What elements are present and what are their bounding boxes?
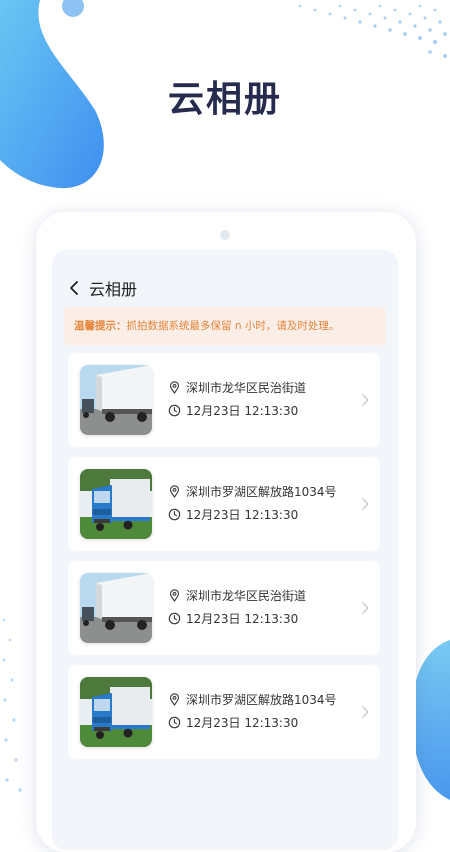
photo-card[interactable]: 深圳市龙华区民治街道 12月23日 12:13:30 — [68, 353, 380, 447]
photo-card[interactable]: 深圳市罗湖区解放路1034号 12月23日 12:13:30 — [68, 665, 380, 759]
background-dot-small — [62, 0, 84, 17]
phone-frame: 云相册 温馨提示：抓拍数据系统最多保留 n 小时，请及时处理。 深圳市龙华区民治… — [36, 212, 416, 852]
location-pin-icon — [169, 589, 180, 602]
location-text: 深圳市龙华区民治街道 — [186, 589, 307, 603]
clock-icon — [168, 404, 181, 417]
camera-dot — [220, 230, 230, 240]
background-dots-top-right — [298, 4, 447, 58]
photo-thumbnail — [80, 677, 152, 747]
notice-label: 温馨提示： — [74, 320, 127, 332]
blue-truck-photo — [80, 677, 152, 747]
clock-icon — [168, 716, 181, 729]
chevron-right-icon — [362, 602, 369, 614]
chevron-right-icon — [362, 498, 369, 510]
location-text: 深圳市罗湖区解放路1034号 — [186, 693, 337, 707]
blue-truck-photo — [80, 469, 152, 539]
location-pin-icon — [169, 381, 180, 394]
location-text: 深圳市龙华区民治街道 — [186, 381, 307, 395]
photo-thumbnail — [80, 573, 152, 643]
nav-bar: 云相册 — [52, 274, 398, 302]
chevron-right-icon — [362, 394, 369, 406]
clock-icon — [168, 508, 181, 521]
chevron-left-icon[interactable] — [66, 279, 84, 297]
location-pin-icon — [169, 485, 180, 498]
background-dots-left — [2, 618, 22, 792]
chevron-right-icon — [362, 706, 369, 718]
time-text: 12月23日 12:13:30 — [186, 404, 299, 418]
time-text: 12月23日 12:13:30 — [186, 508, 299, 522]
white-truck-photo — [80, 573, 152, 643]
white-truck-photo — [80, 365, 152, 435]
time-text: 12月23日 12:13:30 — [186, 716, 299, 730]
page-title: 云相册 — [167, 79, 282, 120]
location-text: 深圳市罗湖区解放路1034号 — [186, 485, 337, 499]
location-pin-icon — [169, 693, 180, 706]
photo-thumbnail — [80, 469, 152, 539]
photo-thumbnail — [80, 365, 152, 435]
clock-icon — [168, 612, 181, 625]
photo-card[interactable]: 深圳市龙华区民治街道 12月23日 12:13:30 — [68, 561, 380, 655]
phone-screen: 云相册 温馨提示：抓拍数据系统最多保留 n 小时，请及时处理。 深圳市龙华区民治… — [52, 250, 398, 850]
time-text: 12月23日 12:13:30 — [186, 612, 299, 626]
notice-banner: 温馨提示：抓拍数据系统最多保留 n 小时，请及时处理。 — [64, 307, 386, 345]
nav-title: 云相册 — [89, 280, 138, 299]
photo-card[interactable]: 深圳市罗湖区解放路1034号 12月23日 12:13:30 — [68, 457, 380, 551]
notice-text: 抓拍数据系统最多保留 n 小时，请及时处理。 — [126, 320, 340, 332]
